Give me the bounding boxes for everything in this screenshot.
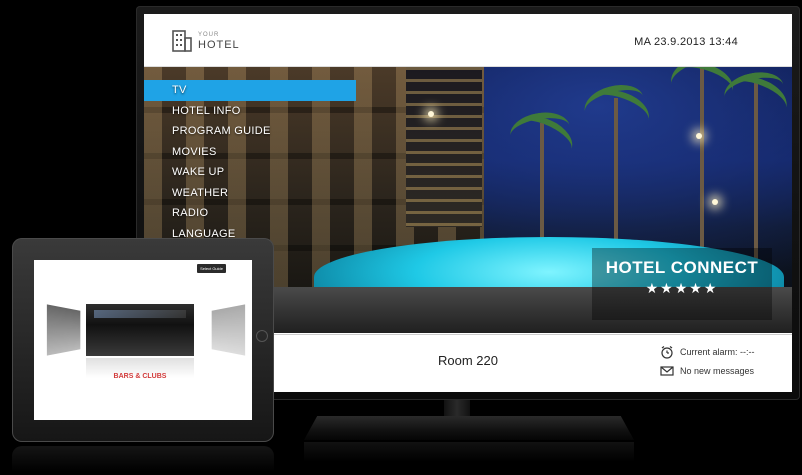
tablet-home-button[interactable] bbox=[256, 330, 268, 342]
menu-item-tv[interactable]: TV bbox=[144, 80, 356, 101]
tv-stand-base bbox=[304, 416, 634, 440]
tv-header: YOUR HOTEL MA 23.9.2013 13:44 bbox=[144, 14, 792, 67]
palm-tree bbox=[720, 67, 792, 273]
hotel-logo: YOUR HOTEL bbox=[172, 30, 240, 52]
lamp-light bbox=[696, 133, 702, 139]
messages-text: No new messages bbox=[680, 366, 755, 376]
star-rating: ★★★★★ bbox=[645, 280, 719, 296]
tv-stand-neck bbox=[444, 400, 470, 418]
alarm-status[interactable]: Current alarm: --:-- bbox=[660, 345, 790, 359]
gallery-label: BARS & CLUBS bbox=[113, 373, 167, 380]
hotel-tower bbox=[406, 67, 482, 227]
tablet-screen: Select Guide BARS & CLUBS bbox=[34, 260, 252, 420]
alarm-text: Current alarm: --:-- bbox=[680, 347, 755, 357]
messages-status[interactable]: No new messages bbox=[660, 364, 790, 378]
footer-status: Current alarm: --:-- No new messages bbox=[660, 345, 790, 383]
building-icon bbox=[172, 30, 192, 52]
tv-stand-reflection bbox=[304, 442, 634, 462]
hotel-connect-title: HOTEL CONNECT bbox=[605, 258, 759, 277]
tablet-device: Select Guide BARS & CLUBS bbox=[12, 238, 274, 442]
datetime-display: MA 23.9.2013 13:44 bbox=[634, 36, 738, 48]
tablet-reflection bbox=[12, 446, 274, 472]
menu-item-weather[interactable]: WEATHER bbox=[144, 183, 356, 204]
lamp-light bbox=[712, 199, 718, 205]
menu-item-hotel-info[interactable]: HOTEL INFO bbox=[144, 101, 356, 122]
hotel-connect-banner: HOTEL CONNECT ★★★★★ bbox=[592, 248, 772, 320]
palm-tree bbox=[665, 67, 739, 273]
envelope-icon bbox=[660, 366, 674, 376]
alarm-clock-icon bbox=[661, 346, 673, 359]
select-guide-button[interactable]: Select Guide bbox=[197, 264, 226, 273]
menu-item-movies[interactable]: MOVIES bbox=[144, 142, 356, 163]
logo-small-text: YOUR bbox=[198, 31, 220, 38]
gallery-thumb-bars-clubs[interactable] bbox=[86, 304, 194, 356]
gallery-thumb-left[interactable] bbox=[46, 304, 81, 356]
lamp-light bbox=[428, 111, 434, 117]
logo-big-text: HOTEL bbox=[198, 38, 240, 51]
menu-item-radio[interactable]: RADIO bbox=[144, 203, 356, 224]
gallery-thumb-right[interactable] bbox=[211, 304, 246, 356]
main-menu: TV HOTEL INFO PROGRAM GUIDE MOVIES WAKE … bbox=[144, 80, 356, 244]
menu-item-program-guide[interactable]: PROGRAM GUIDE bbox=[144, 121, 356, 142]
menu-item-wake-up[interactable]: WAKE UP bbox=[144, 162, 356, 183]
